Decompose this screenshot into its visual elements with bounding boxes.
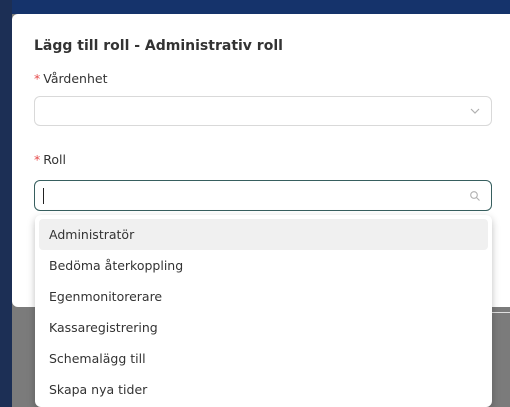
required-mark: *: [34, 152, 41, 167]
option-schemalagg-till[interactable]: Schemalägg till: [39, 343, 488, 374]
search-icon: [470, 191, 480, 201]
chevron-down-icon: [470, 108, 480, 114]
option-skapa-nya-tider[interactable]: Skapa nya tider: [39, 374, 488, 405]
app-sidebar-strip: [0, 0, 12, 407]
vardenhet-label-text: Vårdenhet: [43, 71, 108, 86]
roll-dropdown: Administratör Bedöma återkoppling Egenmo…: [35, 215, 492, 407]
roll-label-text: Roll: [43, 152, 66, 167]
vardenhet-label: * Vårdenhet: [34, 71, 107, 86]
app-header-strip: [0, 0, 510, 14]
option-administrator[interactable]: Administratör: [39, 219, 488, 250]
text-cursor: [43, 188, 44, 204]
option-kassaregistrering[interactable]: Kassaregistrering: [39, 312, 488, 343]
roll-label: * Roll: [34, 152, 66, 167]
roll-search-input[interactable]: [34, 180, 492, 211]
modal-title: Lägg till roll - Administrativ roll: [34, 38, 283, 54]
required-mark: *: [34, 71, 41, 86]
vardenhet-select[interactable]: [34, 96, 492, 126]
option-bedoma-aterkoppling[interactable]: Bedöma återkoppling: [39, 250, 488, 281]
modal-footer-edge: [492, 282, 510, 313]
option-egenmonitorerare[interactable]: Egenmonitorerare: [39, 281, 488, 312]
